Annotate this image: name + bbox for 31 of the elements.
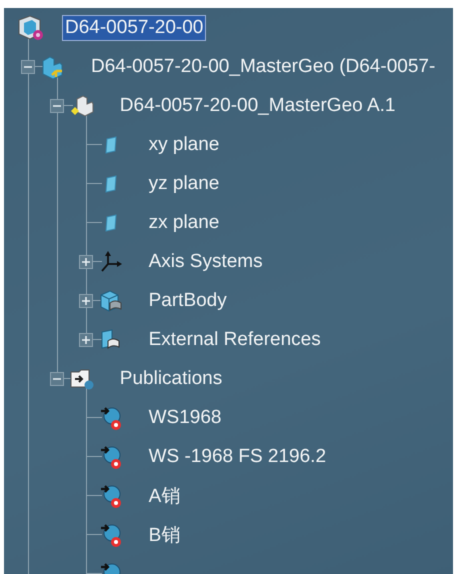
tree-item[interactable]: Axis Systems (146, 248, 266, 274)
tree-toggle[interactable] (78, 294, 93, 308)
tree-item[interactable]: A销 (146, 480, 184, 510)
tree-item[interactable]: WS1968 (146, 404, 224, 430)
axis-icon (98, 250, 123, 274)
tree-item[interactable]: PartBody (146, 288, 230, 314)
publication-icon (98, 482, 123, 508)
tree-item[interactable]: External References (146, 326, 324, 352)
tree-toggle[interactable] (50, 98, 64, 112)
tree-item[interactable]: yz plane (146, 170, 222, 196)
tree-toggle[interactable] (21, 60, 35, 74)
tree-item[interactable]: D64-0057-20-00 (62, 14, 206, 40)
product-icon (16, 14, 46, 42)
tree-item[interactable]: B销 (146, 520, 184, 550)
tree-toggle[interactable] (78, 254, 93, 268)
plane-icon (104, 214, 118, 232)
part-icon (68, 92, 95, 118)
tree-toggle[interactable] (78, 332, 93, 346)
publication-icon (98, 444, 123, 470)
tree-item[interactable]: xy plane (146, 132, 222, 158)
publication-icon (98, 522, 123, 548)
tree-item[interactable]: D64-0057-20-00_MasterGeo (D64-0057- (88, 54, 438, 80)
plane-icon (104, 136, 118, 154)
tree-item[interactable]: Publications (116, 366, 226, 392)
tree-item[interactable]: zx plane (146, 210, 222, 236)
tree-item[interactable]: WS -1968 FS 2196.2 (146, 444, 330, 470)
tree-item[interactable]: D64-0057-20-00_MasterGeo A.1 (116, 92, 398, 118)
plane-icon (104, 174, 118, 192)
tree-toggle[interactable] (50, 372, 64, 386)
folder-icon (68, 366, 95, 390)
publication-icon (98, 404, 123, 430)
